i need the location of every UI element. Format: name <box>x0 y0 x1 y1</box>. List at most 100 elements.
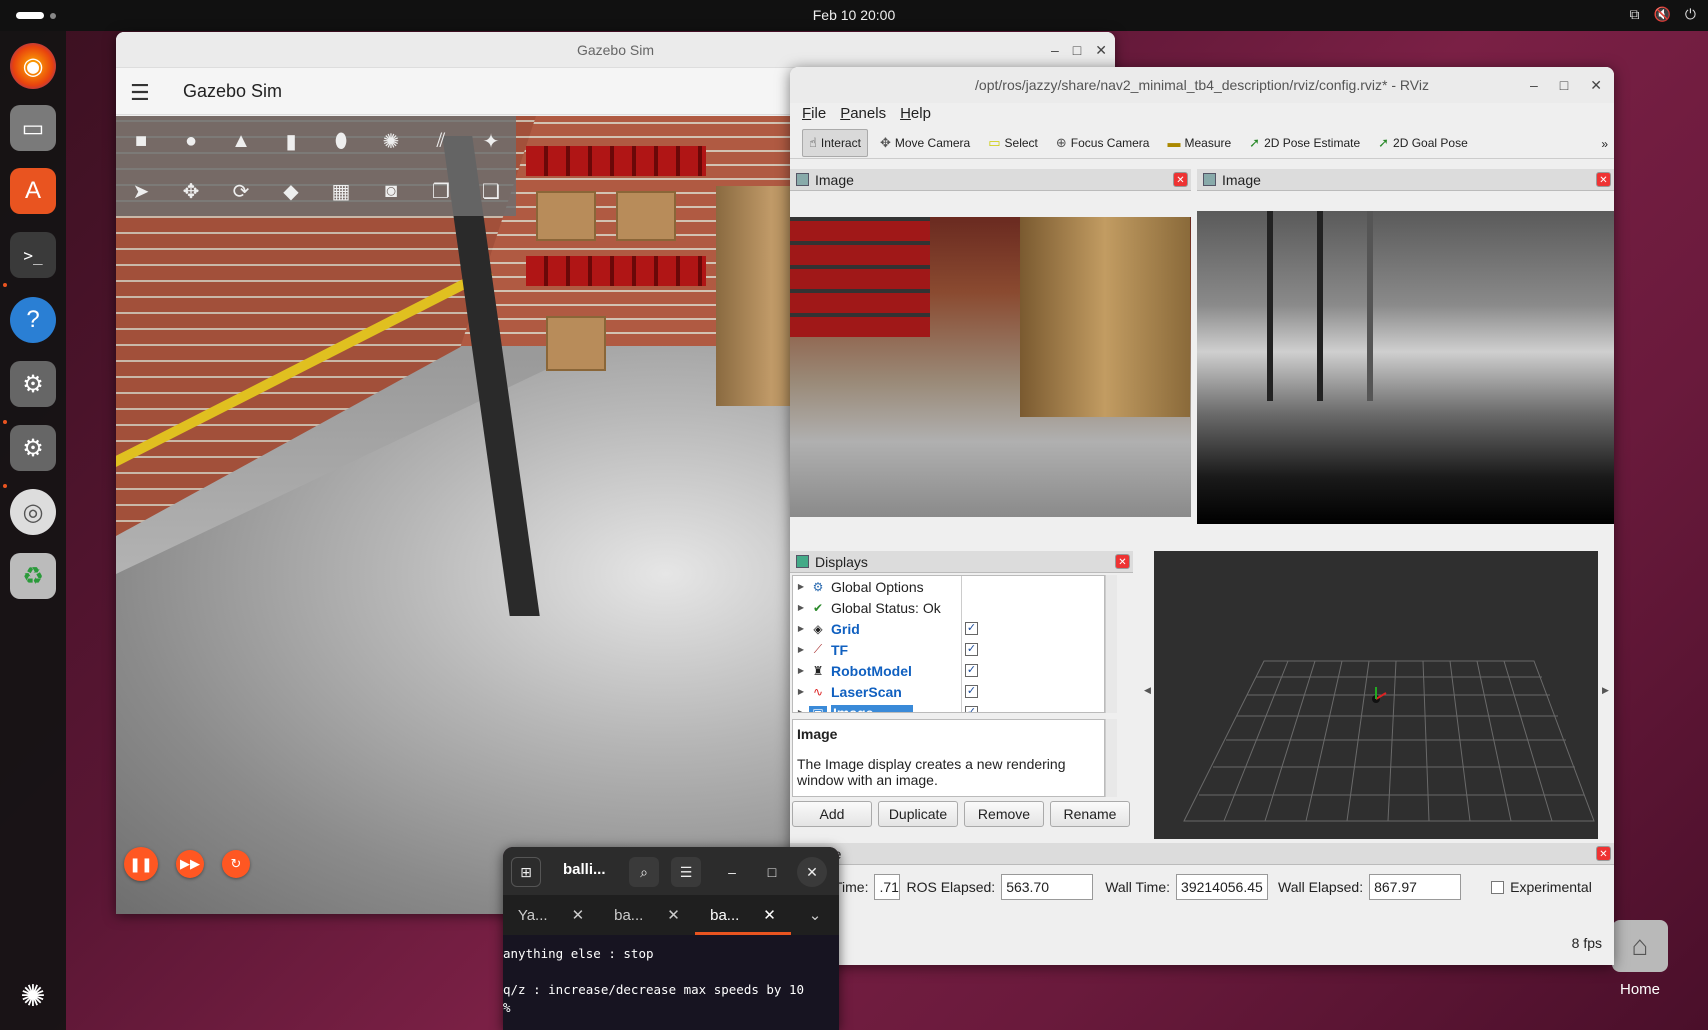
menu-icon[interactable]: ☰ <box>130 80 150 106</box>
tree-scrollbar[interactable] <box>1105 575 1117 713</box>
close-panel-icon[interactable]: ✕ <box>1596 846 1611 861</box>
close-tab-icon[interactable]: ✕ <box>667 906 680 924</box>
displays-tree[interactable]: ▶ ⚙ Global Options ▶ ✔ Global Status: Ok ▶ ◈ G… <box>792 575 1105 713</box>
cylinder-shape-icon[interactable]: ▮ <box>266 116 316 166</box>
copy-icon[interactable]: ❐ <box>416 166 466 216</box>
ros-time-field[interactable]: .71 <box>874 874 901 900</box>
tool-2d-pose-estimate[interactable]: ➚ 2D Pose Estimate <box>1243 130 1366 156</box>
tab-list-icon[interactable]: ⌄ <box>791 895 839 935</box>
translate-mode-icon[interactable]: ✥ <box>166 166 216 216</box>
close-panel-icon[interactable]: ✕ <box>1173 172 1188 187</box>
capsule-shape-icon[interactable]: ⬮ <box>316 116 366 166</box>
terminal-tab[interactable]: ba... ✕ <box>599 895 695 935</box>
close-panel-icon[interactable]: ✕ <box>1596 172 1611 187</box>
close-icon[interactable]: ✕ <box>797 857 827 887</box>
maximize-icon[interactable]: □ <box>1073 32 1081 68</box>
hamburger-menu-icon[interactable]: ☰ <box>671 857 701 887</box>
toolbar-overflow-icon[interactable]: » <box>1601 137 1608 151</box>
terminal-header[interactable]: ⊞ balli... ⌕ ☰ – □ ✕ <box>503 847 839 895</box>
tf-checkbox[interactable]: ✓ <box>965 643 978 656</box>
laserscan-checkbox[interactable]: ✓ <box>965 685 978 698</box>
close-tab-icon[interactable]: ✕ <box>763 906 776 924</box>
tool-measure[interactable]: ▬ Measure <box>1161 130 1237 155</box>
app-center-icon[interactable]: A <box>10 168 56 214</box>
settings-icon[interactable]: ⚙ <box>10 361 56 407</box>
close-tab-icon[interactable]: ✕ <box>572 906 585 924</box>
rename-button[interactable]: Rename <box>1050 801 1130 827</box>
reset-icon[interactable]: ↻ <box>222 850 250 878</box>
tool-2d-goal-pose[interactable]: ➚ 2D Goal Pose <box>1372 130 1474 156</box>
terminal-tab[interactable]: Ya... ✕ <box>503 895 599 935</box>
step-icon[interactable]: ▶▶ <box>176 850 204 878</box>
tree-item-global-status[interactable]: ▶ ✔ Global Status: Ok <box>793 597 1104 618</box>
point-light-icon[interactable]: ✺ <box>366 116 416 166</box>
directional-light-icon[interactable]: ⫽ <box>416 116 466 166</box>
disc-icon[interactable]: ◎ <box>10 489 56 535</box>
show-apps-icon[interactable]: ✺ <box>10 973 56 1019</box>
files-icon[interactable]: ▭ <box>10 105 56 151</box>
tool-select[interactable]: ▭ Select <box>982 130 1044 156</box>
spot-light-icon[interactable]: ✦ <box>466 116 516 166</box>
close-icon[interactable]: ✕ <box>1095 32 1107 68</box>
camera-image-view[interactable] <box>790 217 1191 517</box>
select-mode-icon[interactable]: ➤ <box>116 166 166 216</box>
rotate-mode-icon[interactable]: ⟳ <box>216 166 266 216</box>
system-tray[interactable]: ⧉ 🔇 ⏻ <box>1629 6 1696 23</box>
pause-icon[interactable]: ❚❚ <box>124 847 158 881</box>
box-shape-icon[interactable]: ■ <box>116 116 166 166</box>
close-panel-icon[interactable]: ✕ <box>1115 554 1130 569</box>
sphere-shape-icon[interactable]: ● <box>166 116 216 166</box>
tool-focus-camera[interactable]: ⊕ Focus Camera <box>1050 130 1156 156</box>
help-icon[interactable]: ? <box>10 297 56 343</box>
maximize-icon[interactable]: □ <box>757 857 787 887</box>
rviz-titlebar[interactable]: /opt/ros/jazzy/share/nav2_minimal_tb4_de… <box>790 67 1614 103</box>
cone-shape-icon[interactable]: ▲ <box>216 116 266 166</box>
settings-icon[interactable]: ⚙ <box>10 425 56 471</box>
image-checkbox[interactable]: ✓ <box>965 706 978 712</box>
grid-checkbox[interactable]: ✓ <box>965 622 978 635</box>
ros-elapsed-field[interactable]: 563.70 <box>1001 874 1094 900</box>
terminal-icon[interactable]: >_ <box>10 232 56 278</box>
3d-render-view[interactable] <box>1154 551 1598 839</box>
firefox-icon[interactable]: ◉ <box>10 43 56 89</box>
tree-item-image[interactable]: ▶ ▣ Image ✓ <box>793 702 1104 712</box>
depth-image-view[interactable] <box>1197 211 1614 524</box>
remove-button[interactable]: Remove <box>964 801 1044 827</box>
splitter-left-arrow[interactable]: ◀ <box>1144 685 1151 696</box>
close-icon[interactable]: ✕ <box>1590 67 1602 103</box>
tool-interact[interactable]: ☝ Interact <box>802 128 868 157</box>
tree-item-laserscan[interactable]: ▶ ∿ LaserScan ✓ <box>793 681 1104 702</box>
search-icon[interactable]: ⌕ <box>629 857 659 887</box>
gazebo-titlebar[interactable]: Gazebo Sim – □ ✕ <box>116 32 1115 68</box>
experimental-checkbox[interactable] <box>1491 880 1505 894</box>
duplicate-button[interactable]: Duplicate <box>878 801 958 827</box>
terminal-output[interactable]: anything else : stop q/z : increase/decr… <box>503 935 839 1030</box>
new-tab-icon[interactable]: ⊞ <box>511 857 541 887</box>
tree-item-grid[interactable]: ▶ ◈ Grid ✓ <box>793 618 1104 639</box>
transform-icon[interactable]: ◆ <box>266 166 316 216</box>
description-scrollbar[interactable] <box>1105 719 1117 797</box>
terminal-tab-active[interactable]: ba... ✕ <box>695 895 791 935</box>
grid-snap-icon[interactable]: ▦ <box>316 166 366 216</box>
minimize-icon[interactable]: – <box>1530 67 1538 103</box>
tree-item-robotmodel[interactable]: ▶ ♜ RobotModel ✓ <box>793 660 1104 681</box>
minimize-icon[interactable]: – <box>717 857 747 887</box>
tree-item-tf[interactable]: ▶ ⟋ TF ✓ <box>793 639 1104 660</box>
home-folder-icon[interactable]: ⌂ <box>1612 920 1668 972</box>
menu-file[interactable]: File <box>802 103 826 127</box>
menu-panels[interactable]: Panels <box>840 103 886 127</box>
wall-elapsed-field[interactable]: 867.97 <box>1369 874 1462 900</box>
robotmodel-checkbox[interactable]: ✓ <box>965 664 978 677</box>
trash-icon[interactable]: ♻ <box>10 553 56 599</box>
add-button[interactable]: Add <box>792 801 872 827</box>
paste-icon[interactable]: ❏ <box>466 166 516 216</box>
splitter-right-arrow[interactable]: ▶ <box>1602 685 1609 696</box>
maximize-icon[interactable]: □ <box>1560 67 1568 103</box>
menu-help[interactable]: Help <box>900 103 931 127</box>
wall-time-field[interactable]: 39214056.45 <box>1176 874 1269 900</box>
tree-item-global-options[interactable]: ▶ ⚙ Global Options <box>793 576 1104 597</box>
clock[interactable]: Feb 10 20:00 <box>0 7 1708 23</box>
tool-move-camera[interactable]: ✥ Move Camera <box>874 130 976 156</box>
screenshot-icon[interactable]: ◙ <box>366 166 416 216</box>
minimize-icon[interactable]: – <box>1051 32 1059 68</box>
